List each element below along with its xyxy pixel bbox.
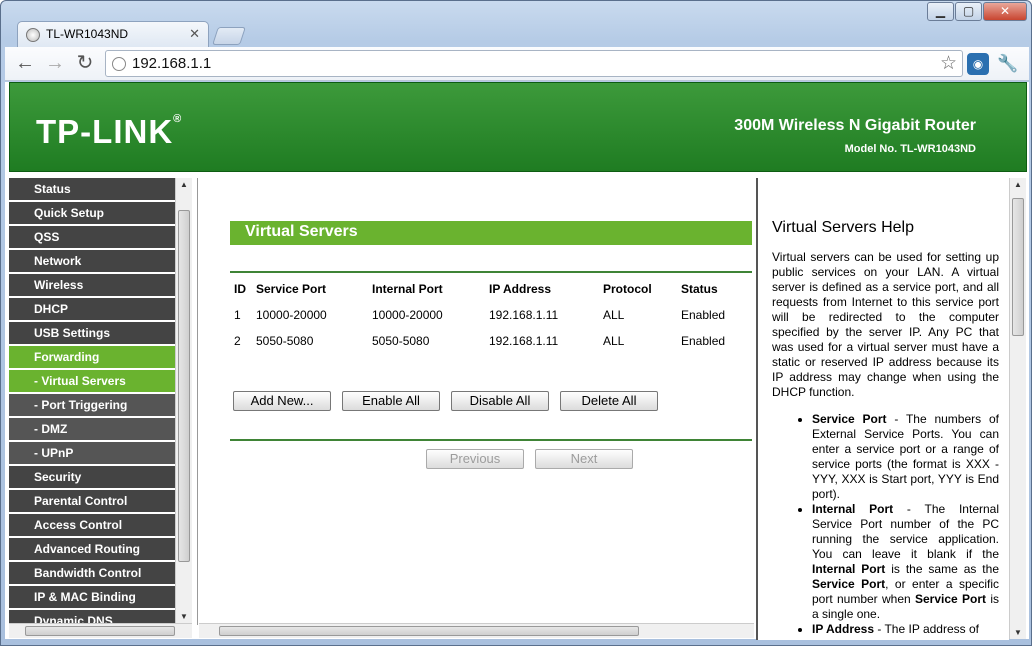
- help-item-ip-address: IP Address - The IP address of: [812, 622, 999, 637]
- browser-window: TL-WR1043ND ✕ ▁ ▢ ✕ ← → ↻ 192.168.1.1 ☆ …: [0, 0, 1032, 646]
- menu-scrollbar[interactable]: ▲ ▼: [175, 178, 192, 623]
- product-name: 300M Wireless N Gigabit Router: [734, 117, 976, 134]
- url-text: 192.168.1.1: [132, 55, 212, 72]
- sidebar-item-access-control[interactable]: Access Control: [9, 514, 175, 538]
- extension-icon[interactable]: ◉: [967, 53, 989, 75]
- new-tab-button[interactable]: [212, 27, 246, 45]
- help-panel: Virtual Servers Help Virtual servers can…: [756, 178, 1009, 640]
- disable-all-button[interactable]: Disable All: [451, 391, 549, 411]
- help-item-service-port: Service Port - The numbers of External S…: [812, 412, 999, 502]
- help-intro: Virtual servers can be used for setting …: [772, 250, 999, 399]
- model-number: Model No. TL-WR1043ND: [844, 143, 976, 155]
- table-cell: 1: [234, 308, 241, 322]
- table-cell: 192.168.1.11: [489, 334, 559, 348]
- main-hscroll-thumb[interactable]: [219, 626, 639, 636]
- browser-tab[interactable]: TL-WR1043ND ✕: [17, 21, 209, 47]
- table-cell: Enabled: [681, 334, 726, 348]
- minimize-icon[interactable]: ▁: [927, 2, 954, 21]
- help-item-internal-port: Internal Port - The Internal Service Por…: [812, 502, 999, 622]
- tplink-logo: TP-LINK®: [36, 113, 183, 150]
- scroll-up-arrow-icon[interactable]: ▲: [1010, 180, 1026, 189]
- help-title: Virtual Servers Help: [772, 219, 914, 236]
- forward-arrow-icon[interactable]: →: [43, 52, 67, 74]
- maximize-icon[interactable]: ▢: [955, 2, 982, 21]
- back-arrow-icon[interactable]: ←: [13, 52, 37, 74]
- reload-icon[interactable]: ↻: [73, 52, 97, 74]
- address-bar[interactable]: 192.168.1.1 ☆: [105, 50, 963, 77]
- enable-all-button[interactable]: Enable All: [342, 391, 440, 411]
- table-header: IP Address: [489, 282, 552, 296]
- table-header: Status: [681, 282, 718, 296]
- sidebar-item-parental-control[interactable]: Parental Control: [9, 490, 175, 514]
- scroll-up-arrow-icon[interactable]: ▲: [176, 180, 192, 189]
- table-cell: 192.168.1.11: [489, 308, 559, 322]
- table-cell: ALL: [603, 334, 625, 348]
- menu-hscroll-thumb[interactable]: [25, 626, 175, 636]
- help-scroll-thumb[interactable]: [1012, 198, 1024, 336]
- help-list: Service Port - The numbers of External S…: [772, 412, 999, 637]
- table-cell: 5050-5080: [256, 334, 314, 348]
- sidebar-item-forwarding[interactable]: Forwarding: [9, 346, 175, 370]
- table-cell: 10000-20000: [256, 308, 327, 322]
- table-header: ID: [234, 282, 246, 296]
- sidebar-item-advanced-routing[interactable]: Advanced Routing: [9, 538, 175, 562]
- sidebar-item-usb-settings[interactable]: USB Settings: [9, 322, 175, 346]
- table-cell: 10000-20000: [372, 308, 443, 322]
- divider: [230, 271, 752, 273]
- table-header: Protocol: [603, 282, 652, 296]
- sidebar-item-quick-setup[interactable]: Quick Setup: [9, 202, 175, 226]
- wrench-icon[interactable]: 🔧: [997, 53, 1019, 75]
- globe-icon: [112, 57, 126, 71]
- sidebar-item-upnp[interactable]: - UPnP: [9, 442, 175, 466]
- sidebar-item-bandwidth-control[interactable]: Bandwidth Control: [9, 562, 175, 586]
- sidebar-item-qss[interactable]: QSS: [9, 226, 175, 250]
- scroll-down-arrow-icon[interactable]: ▼: [176, 612, 192, 621]
- delete-all-button[interactable]: Delete All: [560, 391, 658, 411]
- page-viewport: TP-LINK® 300M Wireless N Gigabit Router …: [5, 82, 1029, 640]
- router-banner: TP-LINK® 300M Wireless N Gigabit Router …: [9, 82, 1027, 172]
- tab-title: TL-WR1043ND: [46, 27, 129, 41]
- previous-button[interactable]: Previous: [426, 449, 524, 469]
- sidebar-item-virtual-servers[interactable]: - Virtual Servers: [9, 370, 175, 394]
- sidebar-menu: Status Quick Setup QSS Network Wireless DHCP U…: [9, 178, 175, 625]
- table-header: Internal Port: [372, 282, 443, 296]
- table-cell: ALL: [603, 308, 625, 322]
- add-new-button[interactable]: Add New...: [233, 391, 331, 411]
- sidebar-item-dhcp[interactable]: DHCP: [9, 298, 175, 322]
- next-button[interactable]: Next: [535, 449, 633, 469]
- table-cell: Enabled: [681, 308, 726, 322]
- sidebar-item-network[interactable]: Network: [9, 250, 175, 274]
- main-frame: Virtual Servers ID Service Port Internal P…: [197, 178, 753, 625]
- bookmark-star-icon[interactable]: ☆: [940, 52, 957, 75]
- window-close-icon[interactable]: ✕: [983, 2, 1027, 21]
- sidebar-item-security[interactable]: Security: [9, 466, 175, 490]
- help-scrollbar[interactable]: ▲ ▼: [1009, 178, 1026, 639]
- sidebar-item-port-triggering[interactable]: - Port Triggering: [9, 394, 175, 418]
- page-favicon-icon: [26, 28, 40, 42]
- table-cell: 2: [234, 334, 241, 348]
- sidebar-item-wireless[interactable]: Wireless: [9, 274, 175, 298]
- divider: [230, 439, 752, 441]
- tab-close-icon[interactable]: ✕: [189, 26, 200, 42]
- browser-toolbar: ← → ↻ 192.168.1.1 ☆ ◉ 🔧: [5, 47, 1029, 81]
- sidebar-item-ip-mac-binding[interactable]: IP & MAC Binding: [9, 586, 175, 610]
- table-header: Service Port: [256, 282, 327, 296]
- table-cell: 5050-5080: [372, 334, 430, 348]
- sidebar-item-dmz[interactable]: - DMZ: [9, 418, 175, 442]
- section-title: Virtual Servers: [230, 221, 752, 245]
- menu-hscrollbar[interactable]: [9, 623, 192, 638]
- sidebar-item-status[interactable]: Status: [9, 178, 175, 202]
- main-hscrollbar[interactable]: [199, 623, 754, 638]
- scroll-down-arrow-icon[interactable]: ▼: [1010, 628, 1026, 637]
- menu-scroll-thumb[interactable]: [178, 210, 190, 562]
